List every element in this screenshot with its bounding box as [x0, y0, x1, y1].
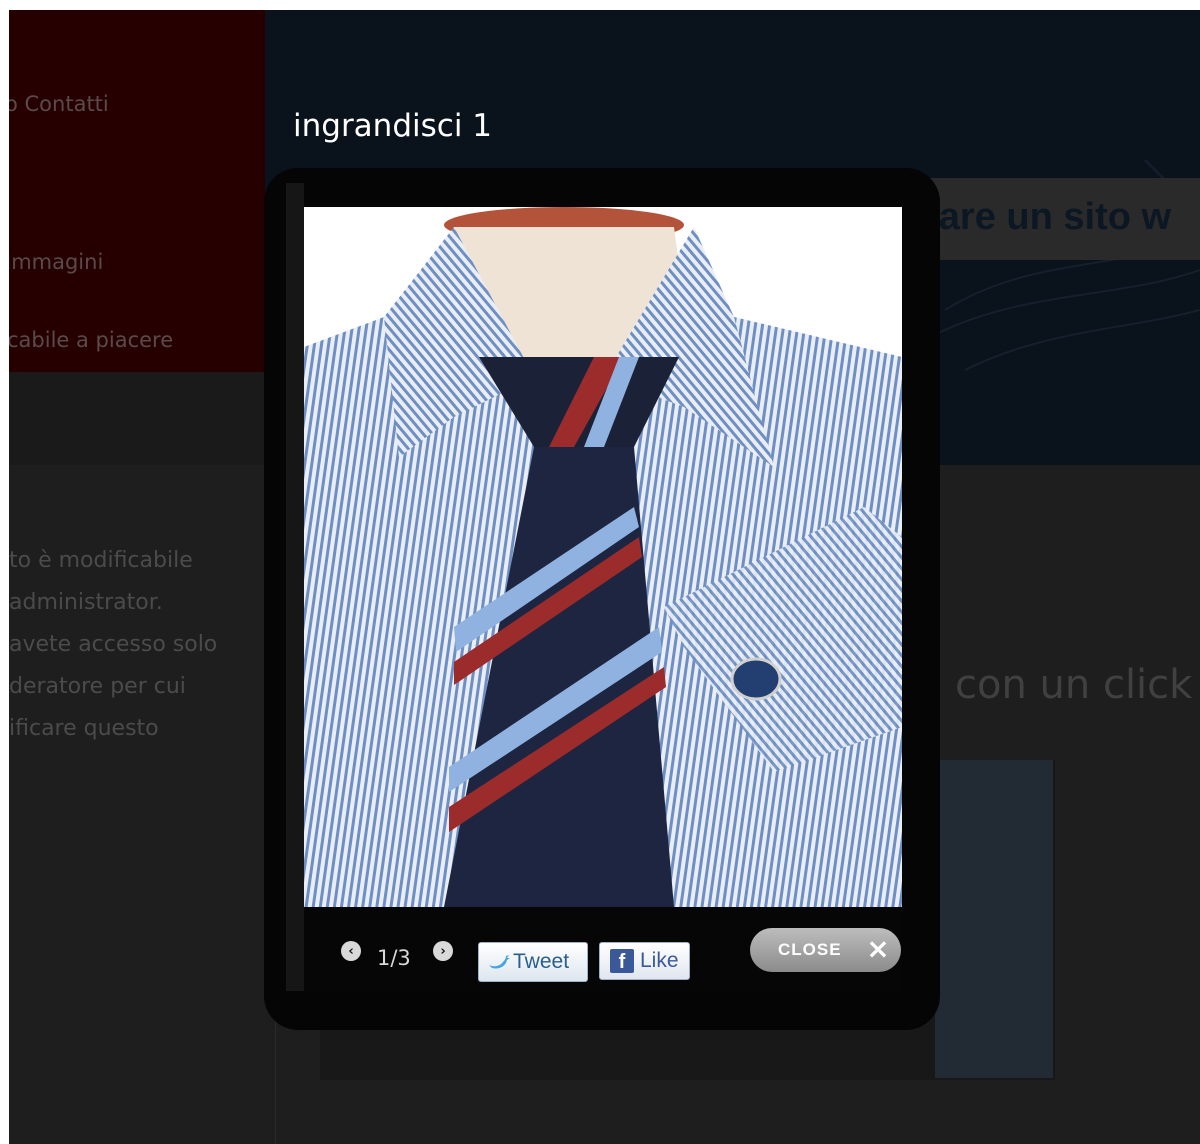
- like-label: Like: [640, 949, 679, 972]
- close-label: CLOSE: [778, 940, 842, 959]
- lightbox-title: ingrandisci 1: [293, 108, 493, 144]
- window-top-edge: [0, 0, 1200, 10]
- tweet-label: Tweet: [513, 950, 570, 973]
- window-left-edge: [0, 0, 9, 1144]
- sidebar-text: to è modificabile administrator. avete a…: [9, 540, 265, 750]
- sidebar-text-line: deratore per cui: [9, 674, 186, 699]
- lightbox-image: [304, 207, 902, 907]
- chevron-right-circle-icon[interactable]: ›: [433, 941, 453, 961]
- promo-text: mare un sito w: [905, 196, 1172, 238]
- twitter-bird-icon: [489, 955, 510, 969]
- facebook-icon: f: [610, 949, 634, 973]
- content-heading: con un click: [955, 662, 1193, 708]
- gallery-thumbnail[interactable]: [935, 760, 1053, 1078]
- nav-item-immagini[interactable]: Immagini: [5, 250, 103, 274]
- chevron-left-circle-icon[interactable]: ‹: [341, 941, 361, 961]
- promo-banner: mare un sito w: [905, 178, 1200, 260]
- nav-footer-strip: [9, 372, 265, 465]
- close-icon: ×: [866, 932, 890, 965]
- close-button[interactable]: CLOSE ×: [750, 928, 901, 972]
- side-nav: o Contatti Immagini cabile a piacere: [5, 10, 265, 372]
- lightbox-border: [286, 183, 304, 991]
- previous-arrow-glyph: ‹: [348, 943, 354, 959]
- nav-item-modificabile[interactable]: cabile a piacere: [7, 328, 173, 352]
- next-arrow-glyph: ›: [440, 943, 446, 959]
- sidebar-text-line: ificare questo: [9, 716, 159, 741]
- like-button[interactable]: f Like: [599, 942, 690, 980]
- image-counter: 1/3: [377, 946, 411, 970]
- sidebar-text-line: to è modificabile: [9, 548, 193, 573]
- tweet-button[interactable]: Tweet: [478, 942, 588, 982]
- sidebar-text-line: avete accesso solo: [9, 632, 218, 657]
- sidebar-text-line: administrator.: [9, 590, 163, 615]
- nav-item-contatti[interactable]: o Contatti: [5, 92, 109, 116]
- shirt-tie-photo: [304, 207, 902, 907]
